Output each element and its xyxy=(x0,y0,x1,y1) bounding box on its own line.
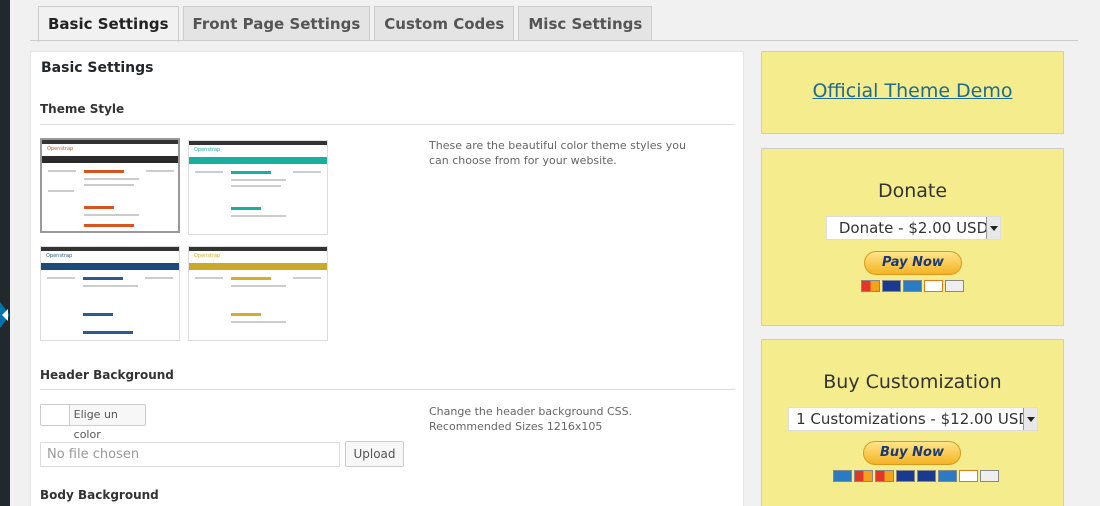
theme-thumb-teal[interactable]: Openstrap xyxy=(188,140,328,235)
thumb-line xyxy=(84,184,134,186)
mastercard-icon xyxy=(861,280,880,292)
color-picker-button[interactable]: Elige un color xyxy=(40,404,146,441)
panel-title: Basic Settings xyxy=(41,60,154,76)
amex-icon xyxy=(903,280,922,292)
thumb-line xyxy=(145,277,173,279)
thumb-topbar xyxy=(41,247,179,251)
payment-cards xyxy=(833,470,999,482)
thumb-accent xyxy=(231,171,271,174)
thumb-nav xyxy=(42,156,178,163)
buy-now-button[interactable]: Buy Now xyxy=(863,441,961,465)
donate-title: Donate xyxy=(877,180,948,202)
thumb-logo: Openstrap xyxy=(194,253,221,259)
bank-icon xyxy=(980,470,999,482)
thumb-line xyxy=(83,285,138,287)
thumb-line xyxy=(48,190,74,192)
thumb-nav xyxy=(41,263,179,270)
maestro-icon xyxy=(833,470,852,482)
thumb-logo: Openstrap xyxy=(194,147,221,153)
thumb-line xyxy=(84,178,139,180)
thumb-topbar xyxy=(42,140,178,144)
bank-icon xyxy=(945,280,964,292)
thumb-accent xyxy=(83,331,133,334)
visa-electron-icon xyxy=(917,470,936,482)
thumb-line xyxy=(47,277,75,279)
color-swatch xyxy=(41,405,70,425)
official-demo-link[interactable]: Official Theme Demo xyxy=(762,80,1063,102)
header-description-line2: Recommended Sizes 1216x105 xyxy=(429,420,603,433)
upload-button[interactable]: Upload xyxy=(345,441,404,467)
visa-icon xyxy=(896,470,915,482)
customization-select-value: 1 Customizations - $12.00 USD xyxy=(796,410,1030,428)
color-picker-label: Elige un color xyxy=(73,408,118,441)
thumb-topbar xyxy=(189,247,327,251)
visa-icon xyxy=(882,280,901,292)
theme-thumb-default[interactable]: Openstrap xyxy=(40,138,180,233)
pay-now-button[interactable]: Pay Now xyxy=(864,251,962,275)
thumb-line xyxy=(195,171,223,173)
mastercard-icon xyxy=(854,470,873,482)
demo-box: Official Theme Demo xyxy=(761,51,1064,134)
tab-basic-settings[interactable]: Basic Settings xyxy=(38,6,179,42)
settings-tabs: Basic Settings Front Page Settings Custo… xyxy=(38,6,653,42)
thumb-accent xyxy=(84,224,134,227)
thumb-line xyxy=(231,179,286,181)
thumb-accent xyxy=(84,206,114,209)
header-description-line1: Change the header background CSS. xyxy=(429,405,633,418)
chevron-down-icon xyxy=(986,217,1000,239)
section-divider xyxy=(40,389,735,390)
thumb-line xyxy=(231,321,286,323)
discover-icon xyxy=(924,280,943,292)
theme-thumb-blue[interactable]: Openstrap xyxy=(40,246,180,341)
tab-divider xyxy=(30,40,1078,41)
thumb-logo: Openstrap xyxy=(46,253,73,259)
amex-icon xyxy=(938,470,957,482)
thumb-accent xyxy=(83,277,123,280)
thumb-topbar xyxy=(189,141,327,145)
thumb-line xyxy=(84,214,139,216)
thumb-nav xyxy=(189,157,327,164)
admin-menu-strip xyxy=(0,0,10,506)
header-background-label: Header Background xyxy=(40,368,174,382)
thumb-line xyxy=(48,170,76,172)
thumb-line xyxy=(231,185,281,187)
customization-title: Buy Customization xyxy=(823,371,1002,393)
mastercard-icon xyxy=(875,470,894,482)
thumb-accent xyxy=(231,277,271,280)
discover-icon xyxy=(959,470,978,482)
tab-misc-settings[interactable]: Misc Settings xyxy=(518,6,653,41)
section-divider xyxy=(40,124,735,125)
payment-cards xyxy=(861,280,964,292)
theme-style-label: Theme Style xyxy=(40,102,125,116)
thumb-accent xyxy=(231,207,261,210)
collapse-arrow-inner-icon xyxy=(2,309,8,321)
thumb-line xyxy=(231,285,286,287)
thumb-logo: Openstrap xyxy=(47,146,74,152)
thumb-line xyxy=(195,277,223,279)
thumb-nav xyxy=(189,263,327,270)
chevron-down-icon xyxy=(1023,408,1037,430)
settings-panel: Basic Settings Theme Style Openstrap Ope… xyxy=(30,51,744,506)
thumb-accent xyxy=(231,313,261,316)
theme-style-description: These are the beautiful color theme styl… xyxy=(429,139,686,167)
tab-custom-codes[interactable]: Custom Codes xyxy=(374,6,515,41)
header-background-description: Change the header background CSS. Recomm… xyxy=(429,404,709,434)
donate-select-value: Donate - $2.00 USD xyxy=(838,219,989,237)
customization-select[interactable]: 1 Customizations - $12.00 USD xyxy=(788,407,1038,431)
header-file-input[interactable]: No file chosen xyxy=(40,442,340,467)
thumb-line xyxy=(293,277,321,279)
donate-select[interactable]: Donate - $2.00 USD xyxy=(826,216,1001,240)
thumb-accent xyxy=(84,170,124,173)
theme-thumb-gold[interactable]: Openstrap xyxy=(188,246,328,341)
tab-front-page-settings[interactable]: Front Page Settings xyxy=(182,6,371,41)
thumb-line xyxy=(231,215,286,217)
body-background-label: Body Background xyxy=(40,488,159,502)
customization-box: Buy Customization 1 Customizations - $12… xyxy=(761,339,1064,506)
thumb-line xyxy=(146,170,174,172)
donate-box: Donate Donate - $2.00 USD Pay Now xyxy=(761,148,1064,326)
thumb-line xyxy=(293,171,321,173)
thumb-accent xyxy=(83,313,113,316)
